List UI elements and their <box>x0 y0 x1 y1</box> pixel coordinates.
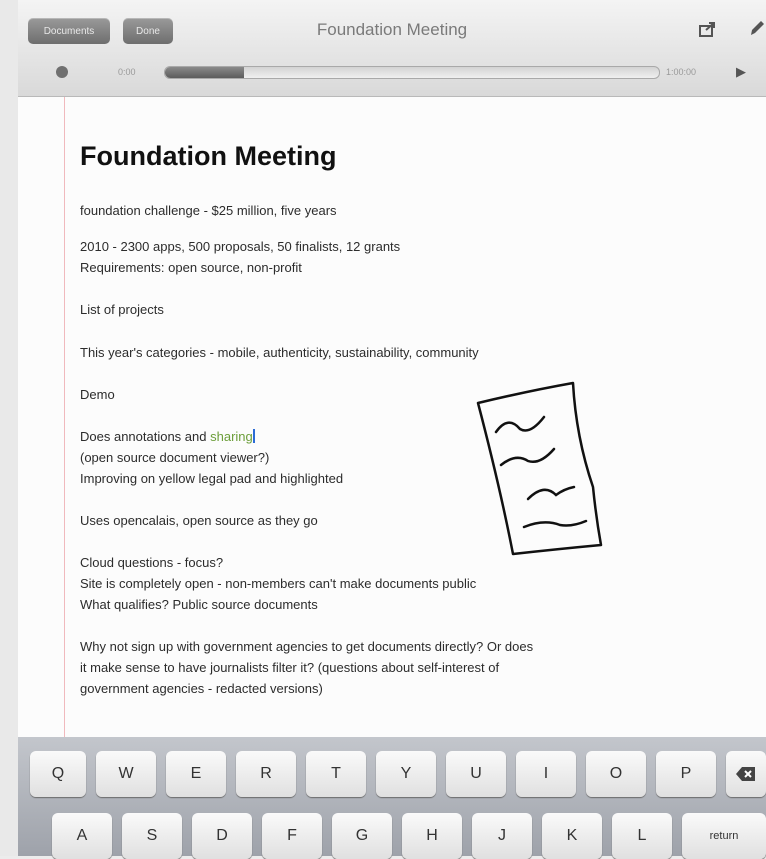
note-line: Why not sign up with government agencies… <box>80 639 534 654</box>
playback-scrubber[interactable] <box>164 66 660 79</box>
key-j[interactable]: J <box>472 813 532 859</box>
document-title: Foundation Meeting <box>80 141 337 171</box>
toolbar: Documents Done Foundation Meeting 0:00 1… <box>18 0 766 97</box>
note-line: This year's categories - mobile, authent… <box>80 345 479 360</box>
note-text: Does annotations and <box>80 429 211 444</box>
key-d[interactable]: D <box>192 813 252 859</box>
onscreen-keyboard: Q W E R T Y U I O P A S D F G H J K L re… <box>18 737 766 859</box>
highlighted-word: sharing <box>210 429 253 444</box>
key-g[interactable]: G <box>332 813 392 859</box>
key-y[interactable]: Y <box>376 751 436 797</box>
note-line: Site is completely open - non-members ca… <box>80 576 477 591</box>
return-key[interactable]: return <box>682 813 766 859</box>
note-page[interactable]: Foundation Meeting foundation challenge … <box>18 97 766 737</box>
margin-line <box>64 97 65 737</box>
elapsed-time: 0:00 <box>118 67 136 77</box>
note-line: foundation challenge - $25 million, five… <box>80 203 337 218</box>
key-u[interactable]: U <box>446 751 506 797</box>
note-line: What qualifies? Public source documents <box>80 597 318 612</box>
key-q[interactable]: Q <box>30 751 86 797</box>
record-icon[interactable] <box>56 66 68 78</box>
note-line: 2010 - 2300 apps, 500 proposals, 50 fina… <box>80 239 401 254</box>
text-cursor <box>252 429 255 443</box>
toolbar-title: Foundation Meeting <box>316 20 468 39</box>
note-line: Uses opencalais, open source as they go <box>80 513 318 528</box>
document-sketch-icon <box>476 381 603 556</box>
note-line: Improving on yellow legal pad and highli… <box>80 471 344 486</box>
key-p[interactable]: P <box>656 751 716 797</box>
note-line: Demo <box>80 387 115 402</box>
key-f[interactable]: F <box>262 813 322 859</box>
key-k[interactable]: K <box>542 813 602 859</box>
key-h[interactable]: H <box>402 813 462 859</box>
note-line: Does annotations and sharing <box>80 429 255 444</box>
key-t[interactable]: T <box>306 751 366 797</box>
left-edge <box>0 0 18 856</box>
backspace-icon <box>736 767 755 781</box>
key-s[interactable]: S <box>122 813 182 859</box>
key-w[interactable]: W <box>96 751 156 797</box>
play-icon[interactable]: ▶ <box>736 64 746 80</box>
key-i[interactable]: I <box>516 751 576 797</box>
remaining-time: 1:00:00 <box>666 67 697 77</box>
note-line: government agencies - redacted versions) <box>80 681 323 696</box>
note-line: Cloud questions - focus? <box>80 555 224 570</box>
key-r[interactable]: R <box>236 751 296 797</box>
key-o[interactable]: O <box>586 751 646 797</box>
backspace-key[interactable] <box>726 751 766 797</box>
playback-progress <box>165 67 245 78</box>
note-line: (open source document viewer?) <box>80 450 270 465</box>
pen-icon[interactable] <box>748 18 766 43</box>
note-line: it make sense to have journalists filter… <box>80 660 500 675</box>
note-line: Requirements: open source, non-profit <box>80 260 302 275</box>
key-a[interactable]: A <box>52 813 112 859</box>
key-l[interactable]: L <box>612 813 672 859</box>
key-e[interactable]: E <box>166 751 226 797</box>
note-line: List of projects <box>80 302 164 317</box>
share-icon[interactable] <box>698 20 718 43</box>
